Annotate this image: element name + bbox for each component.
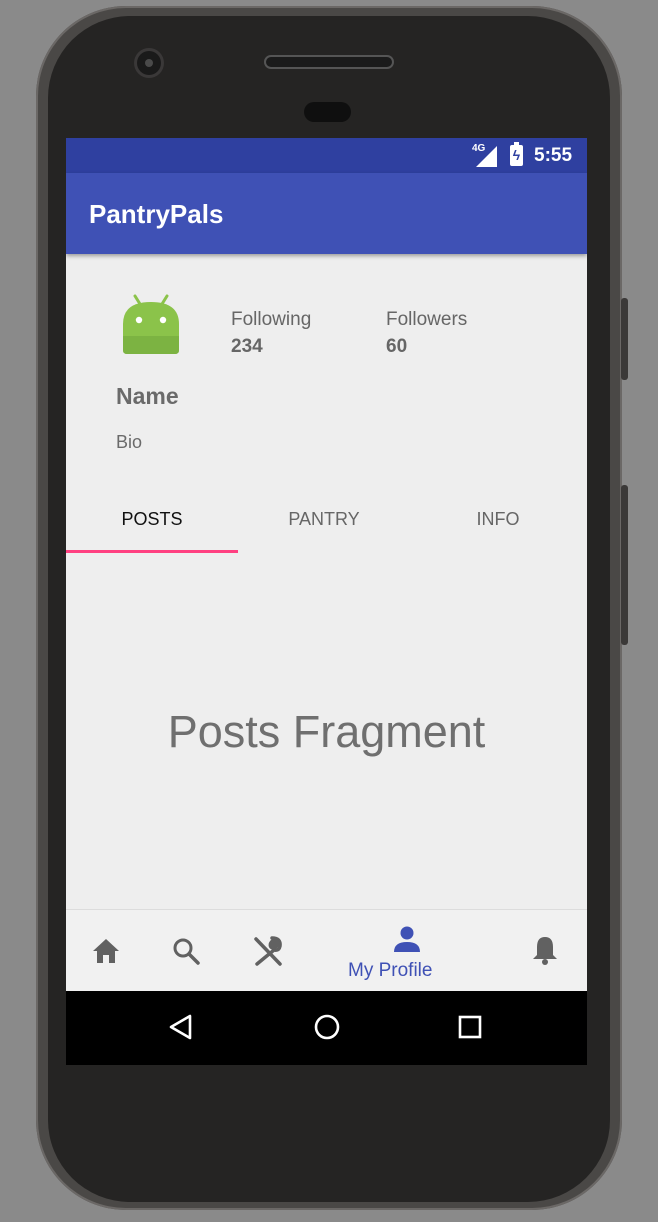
tab-pantry[interactable]: PANTRY [238,488,410,554]
search-icon [173,938,200,965]
following-count[interactable]: 234 [231,336,263,358]
status-bar: 4G ϟ 5:55 [66,138,587,173]
nav-home[interactable] [86,910,126,992]
recents-square-icon[interactable] [457,1013,483,1041]
person-icon [394,926,420,952]
volume-button [621,298,628,380]
battery-charging-icon: ϟ [510,142,523,166]
app-title: PantryPals [89,199,224,229]
nav-search[interactable] [166,910,206,992]
app-bar: PantryPals [66,173,587,254]
home-circle-icon[interactable] [313,1013,341,1041]
device-screen: 4G ϟ 5:55 PantryPals Following 234 Follo… [66,138,587,1065]
signal-icon [476,146,497,167]
following-label: Following [231,309,312,330]
android-avatar-icon [123,294,179,354]
nav-my-profile-label: My Profile [348,960,433,981]
front-camera [137,51,161,75]
profile-name: Name [116,383,179,409]
followers-label: Followers [386,309,468,330]
system-navigation-bar [66,991,587,1065]
tab-posts[interactable]: POSTS [66,488,238,554]
proximity-sensor [304,102,351,122]
tab-info[interactable]: INFO [412,488,584,554]
nav-notifications[interactable] [526,910,566,992]
power-button [621,485,628,645]
home-icon [93,939,119,963]
utensils-icon [254,936,282,966]
back-triangle-icon[interactable] [168,1013,194,1041]
tab-indicator [66,550,238,553]
nav-recipes[interactable] [246,910,290,992]
status-time: 5:55 [534,145,573,166]
followers-count[interactable]: 60 [386,336,407,358]
profile-tabs: POSTS PANTRY INFO [66,488,587,554]
bottom-navigation: My Profile [66,909,587,991]
earpiece-speaker [264,55,394,69]
profile-bio: Bio [116,432,143,452]
posts-fragment-text: Posts Fragment [167,706,486,757]
bell-icon [533,937,557,965]
